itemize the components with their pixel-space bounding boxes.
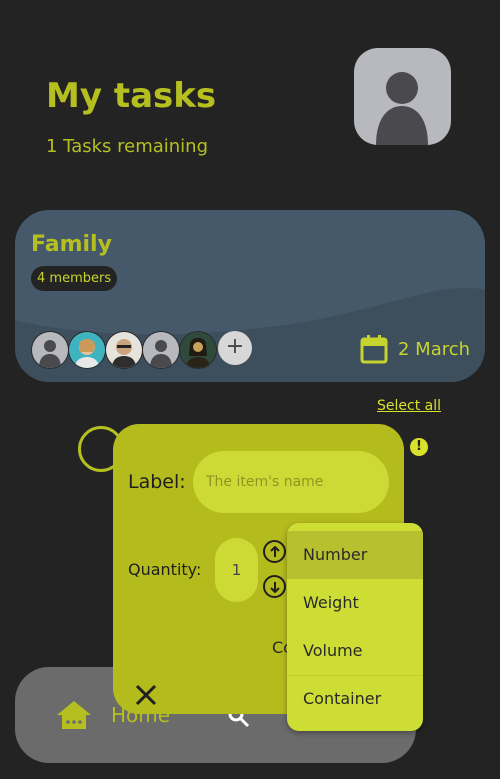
arrow-down-icon xyxy=(269,581,280,593)
members-badge: 4 members xyxy=(31,266,118,291)
member-photo-icon xyxy=(106,332,142,368)
label-field-label: Label: xyxy=(128,471,186,493)
profile-avatar-button[interactable] xyxy=(354,48,451,145)
unit-dropdown-menu: Number Weight Volume Container xyxy=(287,523,423,731)
arrow-up-icon xyxy=(269,545,280,557)
add-member-button[interactable]: + xyxy=(218,331,252,365)
member-photo-icon xyxy=(180,332,216,368)
menu-item-volume[interactable]: Volume xyxy=(287,627,423,675)
group-date: 2 March xyxy=(360,334,470,364)
select-all-link[interactable]: Select all xyxy=(377,398,441,414)
quantity-field-label: Quantity: xyxy=(128,560,202,579)
tasks-remaining-text: 1 Tasks remaining xyxy=(46,136,209,157)
menu-item-container[interactable]: Container xyxy=(287,675,423,723)
group-card[interactable]: Family 4 members + 2 March xyxy=(15,210,485,382)
close-icon[interactable] xyxy=(133,682,159,708)
quantity-increase-button[interactable] xyxy=(263,540,286,563)
member-avatar[interactable] xyxy=(68,331,106,369)
member-photo-icon xyxy=(69,332,105,368)
group-name: Family xyxy=(31,232,112,257)
item-name-input[interactable] xyxy=(193,451,389,513)
person-icon xyxy=(376,72,428,145)
person-icon xyxy=(143,332,179,368)
page-title: My tasks xyxy=(46,76,217,116)
alert-icon[interactable]: ! xyxy=(410,438,428,456)
quantity-input[interactable]: 1 xyxy=(215,538,258,602)
member-avatar[interactable] xyxy=(105,331,143,369)
member-avatar[interactable] xyxy=(31,331,69,369)
menu-item-number[interactable]: Number xyxy=(287,531,423,579)
member-avatar[interactable] xyxy=(142,331,180,369)
person-icon xyxy=(32,332,68,368)
date-text: 2 March xyxy=(398,338,471,360)
home-icon[interactable] xyxy=(55,699,93,731)
calendar-icon xyxy=(360,335,388,364)
menu-item-weight[interactable]: Weight xyxy=(287,579,423,627)
member-avatar[interactable] xyxy=(179,331,217,369)
quantity-decrease-button[interactable] xyxy=(263,575,286,598)
